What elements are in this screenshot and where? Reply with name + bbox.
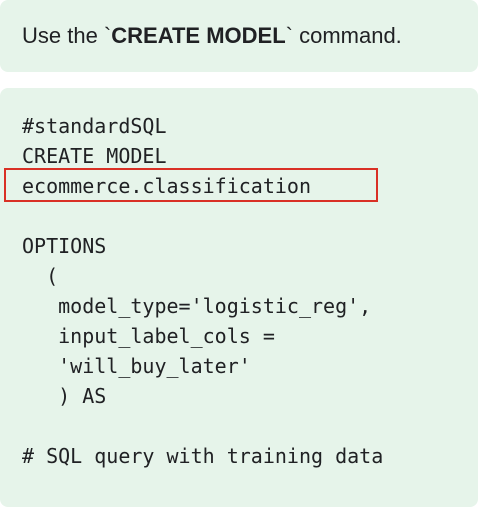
code-line-create-model: CREATE MODEL	[22, 144, 167, 168]
code-line-open-paren: (	[22, 264, 59, 288]
code-block: #standardSQL CREATE MODEL ecommerce.clas…	[0, 88, 478, 507]
code-line-options: OPTIONS	[22, 234, 107, 258]
instruction-prefix: Use the `	[22, 23, 112, 48]
code-line-label-value: 'will_buy_later'	[22, 354, 251, 378]
instruction-text: Use the `CREATE MODEL` command.	[22, 23, 402, 49]
code-line-standardsql: #standardSQL	[22, 114, 167, 138]
code-line-model-name: ecommerce.classification	[22, 174, 311, 198]
instruction-command: CREATE MODEL	[111, 23, 286, 48]
code-line-comment: # SQL query with training data	[22, 444, 384, 468]
instruction-suffix: ` command.	[285, 23, 402, 48]
code-line-close-as: ) AS	[22, 384, 107, 408]
code-line-input-label-cols: input_label_cols =	[22, 324, 275, 348]
code-line-model-type: model_type='logistic_reg',	[22, 294, 372, 318]
instruction-card: Use the `CREATE MODEL` command.	[0, 0, 478, 72]
